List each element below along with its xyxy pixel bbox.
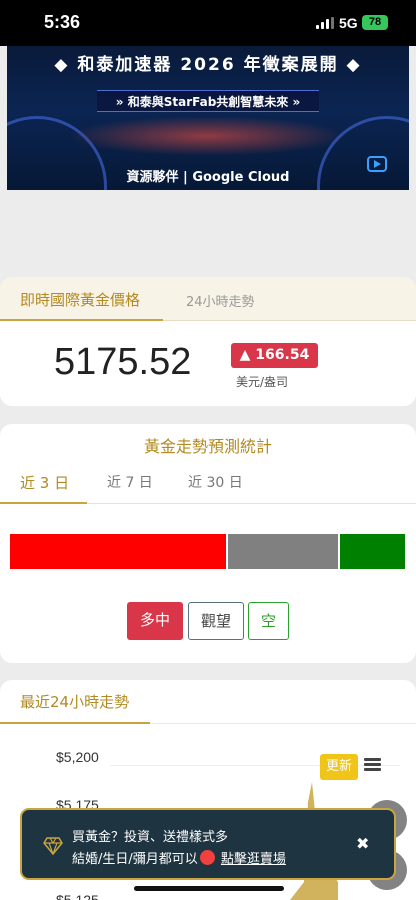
signal-icon: [316, 17, 334, 29]
banner-partner: 資源夥伴 | Google Cloud: [126, 170, 290, 185]
banner-title: ◆ 和泰加速器 2026 年徵案展開 ◆: [54, 55, 362, 75]
forecast-bar-segment: [228, 534, 338, 569]
chart-menu-icon[interactable]: [364, 758, 381, 772]
toast-line2: 結婚/生日/彌月都可以 點擊逛賣場: [72, 848, 286, 867]
trend-title: 最近24小時走勢: [20, 693, 130, 711]
price-unit: 美元/盎司: [236, 375, 289, 389]
heart-eyes-emoji-icon: [199, 850, 215, 865]
video-play-icon[interactable]: [367, 156, 387, 172]
tab-24h-trend[interactable]: 24小時走勢: [186, 291, 255, 310]
home-indicator: [134, 886, 284, 891]
toast-line1: 買黃金？投資、送禮樣式多: [72, 830, 229, 845]
forecast-bar-segment: [10, 534, 226, 569]
forecast-tab-7d[interactable]: 近 7 日: [107, 472, 153, 492]
promo-banner[interactable]: ◆ 和泰加速器 2026 年徵案展開 ◆ » 和泰與StarFab共創智慧未來 …: [7, 46, 409, 190]
y-tick-label: $5,125: [56, 892, 99, 900]
network-label: 5G: [339, 15, 358, 31]
toast-shop-link[interactable]: 點擊逛賣場: [221, 852, 286, 867]
trend-tab-indicator: [0, 722, 150, 724]
banner-subtitle: » 和泰與StarFab共創智慧未來 »: [97, 90, 319, 112]
vote-neutral-button[interactable]: 觀望: [188, 602, 244, 640]
y-tick-label: $5,200: [56, 749, 99, 765]
toast-text: 結婚/生日/彌月都可以: [72, 852, 198, 867]
diamond-icon: [43, 837, 63, 855]
price-change-badge: ▲ 166.54: [231, 343, 318, 368]
close-icon[interactable]: ✖: [356, 834, 369, 853]
promo-toast[interactable]: 買黃金？投資、送禮樣式多 結婚/生日/彌月都可以 點擊逛賣場 ✖: [20, 808, 396, 880]
gold-price: 5175.52: [54, 341, 192, 383]
forecast-title: 黃金走勢預測統計: [143, 437, 272, 456]
forecast-tab-indicator: [0, 502, 87, 504]
tab-realtime-price[interactable]: 即時國際黃金價格: [20, 289, 140, 310]
vote-bull-button[interactable]: 多中: [127, 602, 183, 640]
update-button[interactable]: 更新: [320, 754, 358, 780]
price-tabs: 即時國際黃金價格 24小時走勢: [0, 277, 416, 321]
status-time: 5:36: [44, 12, 81, 32]
forecast-tab-30d[interactable]: 近 30 日: [188, 472, 243, 492]
battery-icon: 78: [362, 15, 388, 30]
status-bar: 5:36 5G 78: [0, 0, 416, 46]
forecast-bar-segment: [340, 534, 405, 569]
forecast-tab-3d[interactable]: 近 3 日: [20, 472, 69, 493]
vote-bear-button[interactable]: 空: [248, 602, 289, 640]
